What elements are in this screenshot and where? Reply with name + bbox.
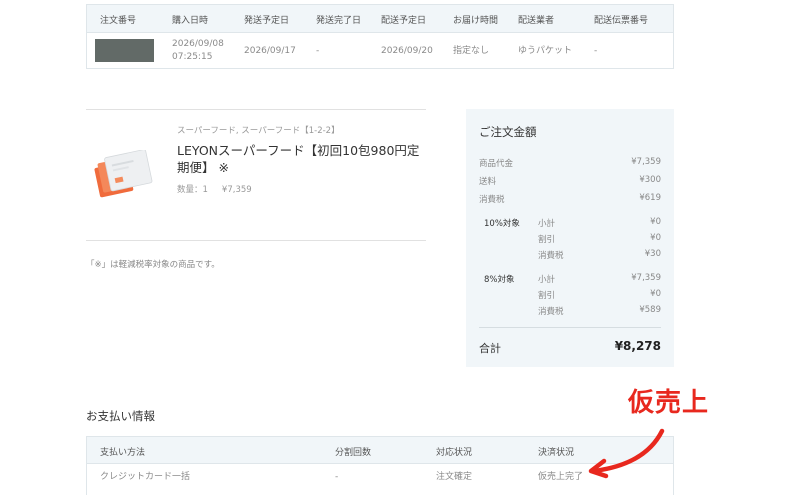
order-amount-summary: ご注文金額 商品代金 ¥7,359 送料 ¥300 消費税 ¥619 10%対象… bbox=[466, 109, 674, 367]
product-category: スーパーフード, スーパーフード【1-2-2】 bbox=[177, 126, 340, 136]
summary-tax-value: ¥619 bbox=[639, 193, 661, 203]
total-label: 合計 bbox=[479, 342, 501, 355]
header-handling-status: 対応状況 bbox=[436, 448, 473, 458]
header-installments: 分割回数 bbox=[335, 448, 372, 458]
header-tracking-number: 配送伝票番号 bbox=[594, 16, 649, 26]
total-value: ¥8,278 bbox=[614, 339, 661, 353]
tax8-subtotal-label: 小計 bbox=[538, 275, 556, 285]
arrow-icon bbox=[588, 428, 665, 479]
summary-divider bbox=[479, 327, 661, 328]
header-delivery-time: お届け時間 bbox=[453, 16, 499, 26]
ship-completed-date: - bbox=[316, 46, 320, 56]
summary-item-label: 商品代金 bbox=[479, 159, 514, 169]
summary-shipping-label: 送料 bbox=[479, 177, 497, 187]
handling-status: 注文確定 bbox=[436, 472, 473, 482]
settlement-status: 仮売上完了 bbox=[538, 472, 584, 482]
payment-method: クレジットカード一括 bbox=[100, 472, 191, 482]
tax8-discount-label: 割引 bbox=[538, 291, 556, 301]
installments: - bbox=[335, 472, 339, 482]
purchase-time: 07:25:15 bbox=[172, 52, 213, 62]
header-order-number: 注文番号 bbox=[100, 16, 137, 26]
summary-item-value: ¥7,359 bbox=[631, 157, 661, 167]
header-purchase-date: 購入日時 bbox=[172, 16, 209, 26]
tax8-group-label: 8%対象 bbox=[484, 275, 515, 285]
tax8-discount-value: ¥0 bbox=[650, 289, 661, 299]
tax10-discount-value: ¥0 bbox=[650, 233, 661, 243]
header-settlement-status: 決済状況 bbox=[538, 448, 575, 458]
product-name-link[interactable]: LEYONスーパーフード【初回10包980円定期便】 ※ bbox=[177, 142, 427, 176]
product-divider-bottom bbox=[86, 240, 426, 241]
product-quantity-price: 数量：1 ¥7,359 bbox=[177, 183, 252, 195]
reduced-tax-note: 「※」は軽減税率対象の商品です。 bbox=[86, 260, 220, 270]
delivery-scheduled-date: 2026/09/20 bbox=[381, 46, 433, 56]
tax10-subtotal-value: ¥0 bbox=[650, 217, 661, 227]
tax10-group-label: 10%対象 bbox=[484, 219, 520, 229]
summary-shipping-value: ¥300 bbox=[639, 175, 661, 185]
summary-title: ご注文金額 bbox=[479, 125, 537, 139]
tax10-discount-label: 割引 bbox=[538, 235, 556, 245]
tax10-subtotal-label: 小計 bbox=[538, 219, 556, 229]
tax8-subtotal-value: ¥7,359 bbox=[631, 273, 661, 283]
header-ship-scheduled: 発送予定日 bbox=[244, 16, 290, 26]
tax10-tax-label: 消費税 bbox=[538, 251, 564, 261]
ship-scheduled-date: 2026/09/17 bbox=[244, 46, 296, 56]
shipping-table-header: 注文番号 購入日時 発送予定日 発送完了日 配送予定日 お届け時間 配送業者 配… bbox=[87, 5, 673, 33]
delivery-time: 指定なし bbox=[453, 46, 490, 56]
header-payment-method: 支払い方法 bbox=[100, 448, 146, 458]
summary-tax-label: 消費税 bbox=[479, 195, 505, 205]
annotation-label: 仮売上 bbox=[628, 388, 710, 418]
shipping-table: 注文番号 購入日時 発送予定日 発送完了日 配送予定日 お届け時間 配送業者 配… bbox=[86, 4, 674, 69]
tax10-tax-value: ¥30 bbox=[644, 249, 661, 259]
payment-info-title: お支払い情報 bbox=[86, 409, 155, 423]
header-carrier: 配送業者 bbox=[518, 16, 555, 26]
tax8-tax-value: ¥589 bbox=[639, 305, 661, 315]
tax8-tax-label: 消費税 bbox=[538, 307, 564, 317]
product-quantity: 数量：1 bbox=[177, 185, 208, 195]
header-ship-completed: 発送完了日 bbox=[316, 16, 362, 26]
purchase-date: 2026/09/08 bbox=[172, 39, 224, 49]
tracking-number: - bbox=[594, 46, 598, 56]
product-package-image bbox=[94, 150, 153, 198]
carrier: ゆうパケット bbox=[518, 46, 573, 56]
header-delivery-scheduled: 配送予定日 bbox=[381, 16, 427, 26]
product-price: ¥7,359 bbox=[221, 185, 252, 195]
order-number-redacted bbox=[95, 39, 154, 62]
product-divider-top bbox=[86, 109, 426, 110]
